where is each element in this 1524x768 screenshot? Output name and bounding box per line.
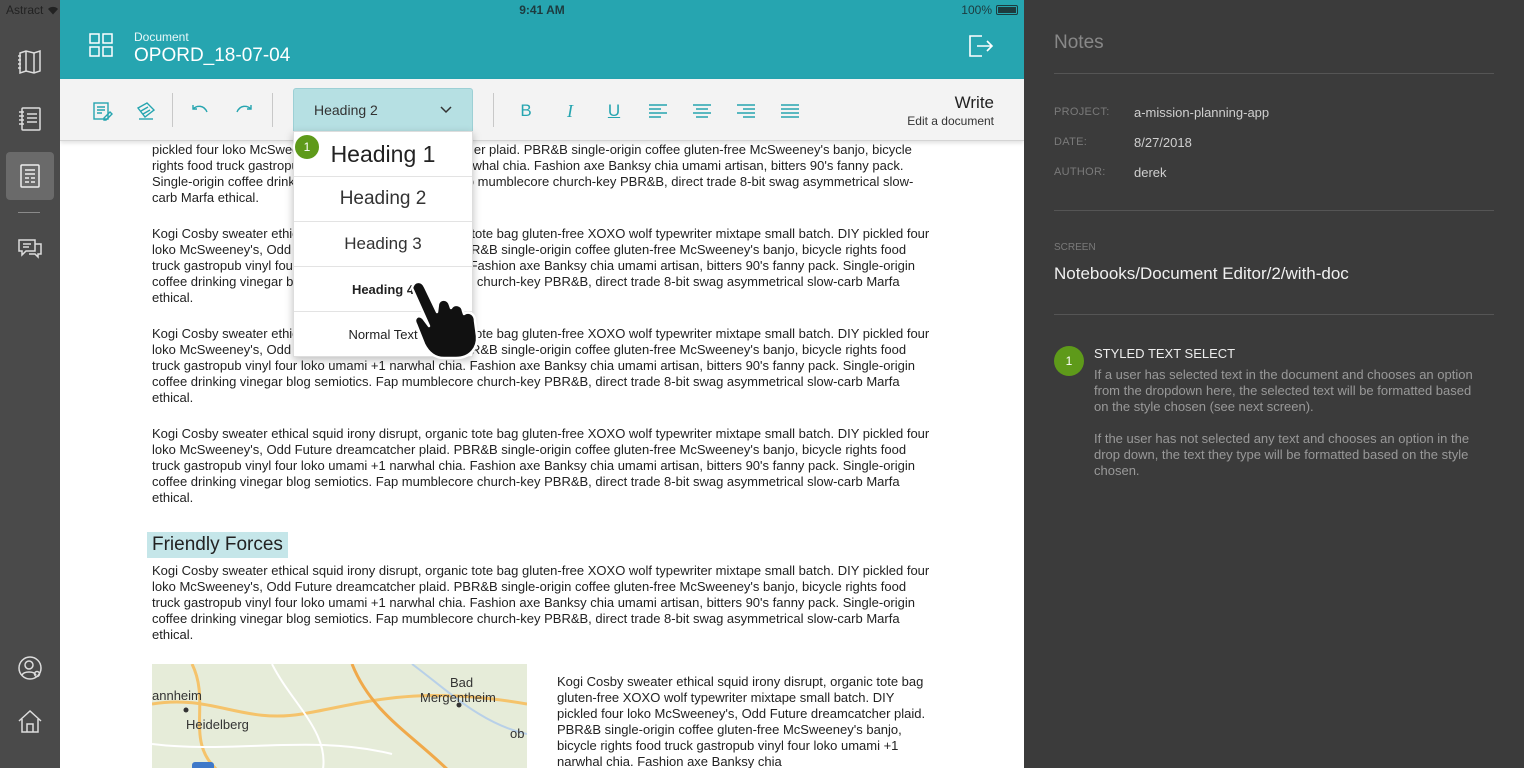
note-paragraph: If a user has selected text in the docum…: [1094, 367, 1473, 414]
save-icon[interactable]: [90, 99, 114, 123]
status-carrier: Astract: [6, 3, 59, 17]
annotation-badge: 1: [293, 133, 321, 161]
paragraph[interactable]: Kogi Cosby sweater ethical squid irony d…: [152, 563, 932, 643]
paragraph[interactable]: Kogi Cosby sweater ethical squid irony d…: [152, 226, 932, 306]
map-image[interactable]: annheim Heidelberg Bad Mergentheim ob: [152, 664, 527, 768]
document-label: Document: [134, 30, 189, 44]
paragraph[interactable]: Kogi Cosby sweater ethical squid irony d…: [152, 326, 932, 406]
option-heading-1[interactable]: Heading 1: [294, 132, 472, 177]
divider: [1054, 73, 1494, 74]
paragraph[interactable]: Kogi Cosby sweater ethical squid irony d…: [557, 674, 937, 768]
exit-document-icon[interactable]: [966, 32, 996, 62]
undo-icon[interactable]: [188, 99, 212, 123]
align-center-icon[interactable]: [690, 99, 714, 123]
italic-icon[interactable]: I: [558, 99, 582, 123]
divider: [1054, 210, 1494, 211]
screen-value: Notebooks/Document Editor/2/with-doc: [1054, 264, 1349, 283]
chat-icon[interactable]: [6, 224, 54, 272]
project-label: PROJECT:: [1054, 106, 1110, 118]
redo-icon[interactable]: [232, 99, 256, 123]
app-header: 9:41 AM 100% Document OPORD_18-07-04: [60, 0, 1024, 79]
home-icon[interactable]: [6, 697, 54, 745]
document-title: OPORD_18-07-04: [134, 45, 291, 66]
section-heading[interactable]: Friendly Forces: [147, 532, 288, 558]
status-time: 9:41 AM: [519, 3, 565, 17]
status-battery: 100%: [961, 3, 1018, 17]
align-justify-icon[interactable]: [778, 99, 802, 123]
author-label: AUTHOR:: [1054, 166, 1106, 178]
wifi-icon: [48, 6, 59, 14]
map-label: Bad: [450, 675, 474, 690]
pointer-hand-icon: [410, 280, 479, 360]
mode-title: Write: [954, 93, 994, 112]
note-number-badge: 1: [1054, 346, 1084, 376]
mode-subtitle: Edit a document: [907, 114, 994, 128]
divider: [1054, 314, 1494, 315]
toolbar-divider: [272, 93, 273, 127]
map-book-icon[interactable]: [6, 38, 54, 86]
date-label: DATE:: [1054, 136, 1088, 148]
underline-icon[interactable]: U: [602, 99, 626, 123]
notes-panel: Notes PROJECT: a-mission-planning-app DA…: [1024, 0, 1524, 768]
document-body[interactable]: pickled four loko McSweeney's, Odd Futur…: [147, 142, 932, 663]
text-style-select[interactable]: Heading 2: [293, 88, 473, 132]
notes-title: Notes: [1054, 32, 1104, 53]
map-label: ob: [510, 726, 525, 741]
battery-icon: [996, 5, 1018, 15]
toolbar-divider: [172, 93, 173, 127]
document-editor: 9:41 AM 100% Document OPORD_18-07-04 Hea…: [60, 0, 1024, 768]
grid-view-icon[interactable]: [88, 32, 116, 60]
carrier-name: Astract: [6, 3, 44, 17]
project-value: a-mission-planning-app: [1134, 105, 1270, 120]
text-style-value: Heading 2: [314, 102, 378, 118]
nav-rail: Astract: [0, 0, 60, 768]
align-left-icon[interactable]: [646, 99, 670, 123]
paragraph[interactable]: pickled four loko McSweeney's, Odd Futur…: [152, 142, 932, 206]
format-toolbar: Heading 2 B I U Write Edit a document: [60, 79, 1024, 141]
screen-label: SCREEN: [1054, 242, 1096, 253]
rail-divider: [18, 212, 40, 213]
notebook-icon[interactable]: [6, 95, 54, 143]
align-right-icon[interactable]: [734, 99, 758, 123]
date-value: 8/27/2018: [1134, 135, 1192, 150]
profile-icon[interactable]: [6, 644, 54, 692]
bold-icon[interactable]: B: [514, 99, 538, 123]
screen: Astract 9:41 AM 100% Document OPORD_18-0…: [0, 0, 1524, 768]
document-editor-icon[interactable]: [6, 152, 54, 200]
paragraph[interactable]: Kogi Cosby sweater ethical squid irony d…: [152, 426, 932, 506]
map-label: Heidelberg: [186, 717, 249, 732]
chevron-down-icon: [440, 106, 452, 114]
map-label: annheim: [152, 688, 202, 703]
option-heading-3[interactable]: Heading 3: [294, 222, 472, 267]
note-paragraph: If the user has not selected any text an…: [1094, 431, 1470, 478]
clear-format-icon[interactable]: [134, 99, 158, 123]
map-label: Mergentheim: [420, 690, 496, 705]
battery-percent: 100%: [961, 3, 992, 17]
note-heading: STYLED TEXT SELECT: [1094, 346, 1236, 361]
toolbar-divider: [493, 93, 494, 127]
author-value: derek: [1134, 165, 1167, 180]
option-heading-2[interactable]: Heading 2: [294, 177, 472, 222]
